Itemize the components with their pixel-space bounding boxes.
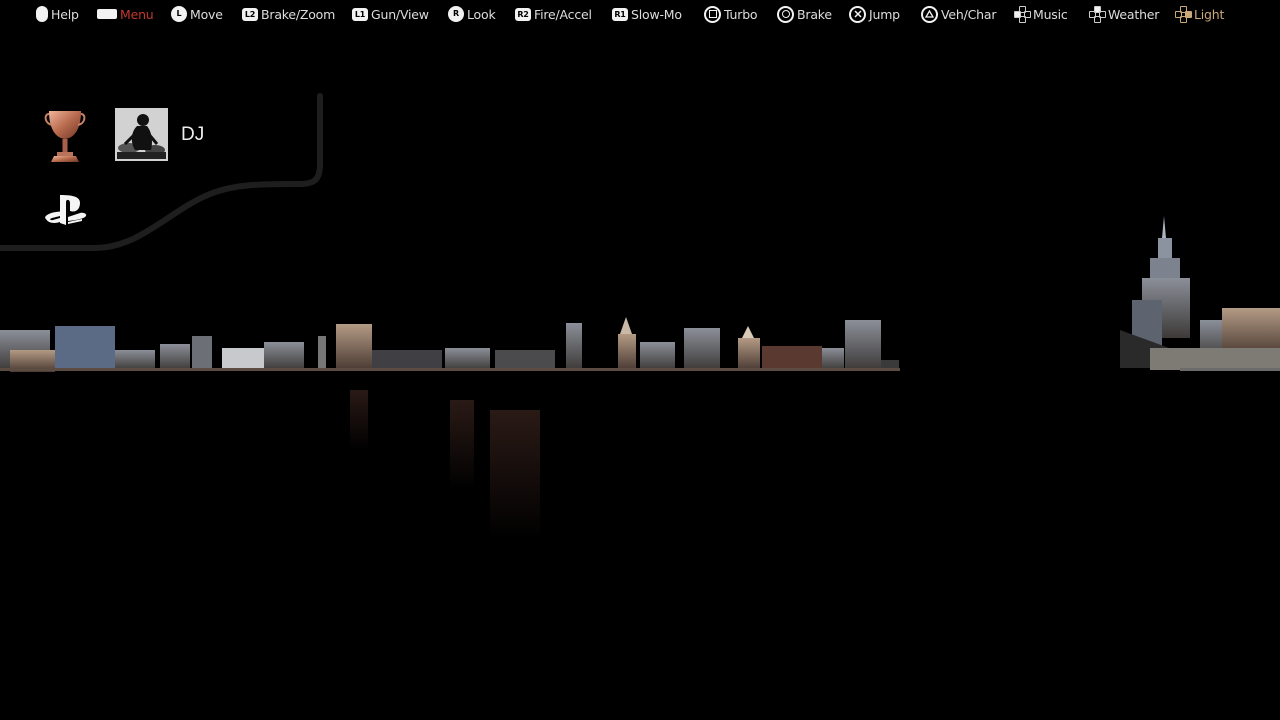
control-hint-brake[interactable]: Brake xyxy=(777,5,832,23)
r2-button-icon: R2 xyxy=(515,7,531,21)
control-hint-menu[interactable]: Menu xyxy=(97,5,154,23)
control-label: Gun/View xyxy=(371,6,429,22)
triangle-button-icon xyxy=(921,5,938,23)
control-hint-help[interactable]: Help xyxy=(36,5,79,23)
control-hint-music[interactable]: Music xyxy=(1014,5,1068,23)
control-label: Veh/Char xyxy=(941,6,997,22)
control-label: Music xyxy=(1033,6,1068,22)
control-hint-slow-mo[interactable]: R1 Slow-Mo xyxy=(612,5,682,23)
control-hint-light[interactable]: Light xyxy=(1175,5,1224,23)
username: DJ xyxy=(181,124,205,145)
control-label: Move xyxy=(190,6,223,22)
left-stick-icon: L xyxy=(171,6,187,22)
control-label: Weather xyxy=(1108,6,1160,22)
control-label: Jump xyxy=(869,6,900,22)
dpad-up-icon xyxy=(1089,6,1106,23)
control-label: Look xyxy=(467,6,496,22)
control-hints-bar: Help Menu L Move L2 Brake/Zoom L1 Gun/Vi… xyxy=(0,5,1280,23)
control-hint-brake-zoom[interactable]: L2 Brake/Zoom xyxy=(242,5,335,23)
city-skyline-background xyxy=(0,216,1280,540)
control-label: Light xyxy=(1194,6,1225,22)
control-label: Turbo xyxy=(724,6,758,22)
right-stick-icon: R xyxy=(448,6,464,22)
control-hint-jump[interactable]: Jump xyxy=(849,5,900,23)
control-hint-fire-accel[interactable]: R2 Fire/Accel xyxy=(515,5,592,23)
circle-button-icon xyxy=(777,5,794,23)
control-label: Fire/Accel xyxy=(534,6,592,22)
control-hint-veh-char[interactable]: Veh/Char xyxy=(921,5,996,23)
control-hint-turbo[interactable]: Turbo xyxy=(704,5,758,23)
bronze-trophy-icon xyxy=(44,111,86,162)
dpad-left-icon xyxy=(1014,6,1031,23)
l2-button-icon: L2 xyxy=(242,7,258,21)
control-label: Menu xyxy=(120,6,154,22)
control-label: Brake xyxy=(797,6,832,22)
control-label: Help xyxy=(51,6,79,22)
cross-button-icon xyxy=(849,5,866,23)
control-hint-move[interactable]: L Move xyxy=(171,5,223,23)
square-button-icon xyxy=(704,5,721,23)
dj-avatar-icon xyxy=(115,108,168,161)
r1-button-icon: R1 xyxy=(612,7,628,21)
options-button-icon xyxy=(97,9,117,19)
control-label: Slow-Mo xyxy=(631,6,682,22)
touchpad-icon xyxy=(36,6,48,22)
dpad-right-icon xyxy=(1175,6,1192,23)
control-label: Brake/Zoom xyxy=(261,6,336,22)
control-hint-weather[interactable]: Weather xyxy=(1089,5,1159,23)
control-hint-look[interactable]: R Look xyxy=(448,5,496,23)
control-hint-gun-view[interactable]: L1 Gun/View xyxy=(352,5,429,23)
l1-button-icon: L1 xyxy=(352,7,368,21)
